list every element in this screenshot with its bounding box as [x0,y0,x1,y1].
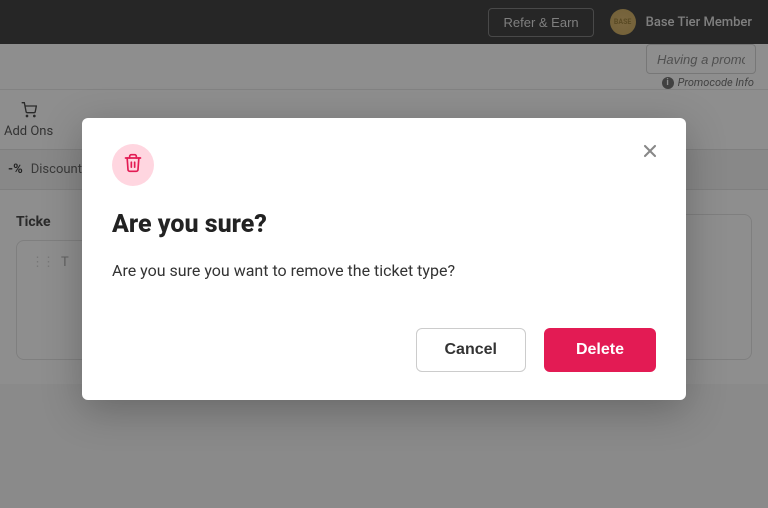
close-button[interactable] [634,136,666,168]
delete-button[interactable]: Delete [544,328,656,372]
modal-body-text: Are you sure you want to remove the tick… [112,261,656,280]
cancel-button[interactable]: Cancel [416,328,526,372]
modal-actions: Cancel Delete [112,328,656,372]
trash-icon [123,153,143,177]
modal-icon-wrap [112,144,154,186]
confirm-modal: Are you sure? Are you sure you want to r… [82,118,686,400]
close-icon [640,138,660,166]
modal-overlay: Are you sure? Are you sure you want to r… [0,0,768,508]
modal-title: Are you sure? [112,210,656,239]
